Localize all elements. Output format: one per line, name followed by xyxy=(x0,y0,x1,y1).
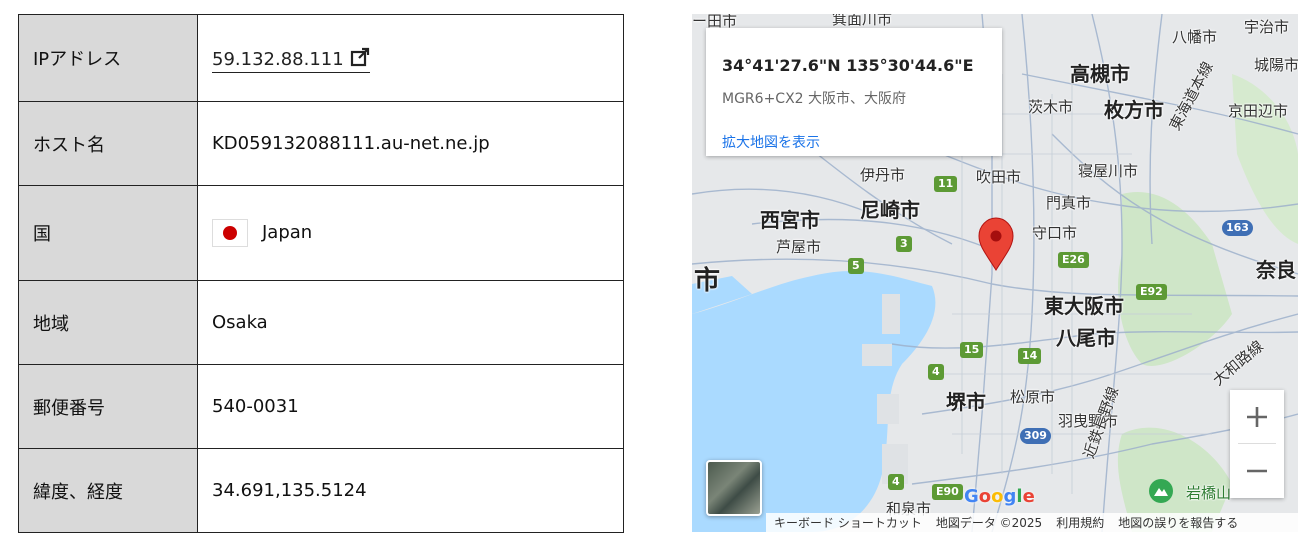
map-label: 松原市 xyxy=(1010,388,1056,406)
plus-icon xyxy=(1247,407,1267,427)
japan-flag-icon xyxy=(212,219,248,247)
satellite-layer-toggle[interactable] xyxy=(706,460,762,516)
view-larger-map-link[interactable]: 拡大地図を表示 xyxy=(722,132,820,152)
map-label: 堺市 xyxy=(946,390,986,414)
map-data-label: 地図データ ©2025 xyxy=(935,516,1043,530)
map-label: 東大阪市 xyxy=(1044,294,1124,318)
terms-link[interactable]: 利用規約 xyxy=(1056,514,1104,531)
map-label: 西宮市 xyxy=(760,208,820,232)
map-label: 城陽市 xyxy=(1254,56,1298,74)
zoom-in-button[interactable] xyxy=(1230,390,1284,444)
label-postal-code: 郵便番号 xyxy=(18,364,198,449)
country-value: Japan xyxy=(262,222,313,243)
map-label: 吹田市 xyxy=(976,168,1022,186)
label-region: 地域 xyxy=(18,280,198,365)
map-label: 芦屋市 xyxy=(776,238,822,256)
road-shield-icon: E26 xyxy=(1058,252,1089,268)
road-shield-icon: 15 xyxy=(960,342,984,358)
road-shield-icon: 11 xyxy=(934,176,958,192)
map-label: 守口市 xyxy=(1032,224,1078,242)
zoom-out-button[interactable] xyxy=(1230,444,1284,498)
map-label: 京田辺市 xyxy=(1228,102,1289,120)
zoom-control xyxy=(1230,390,1284,498)
map-label: 伊丹市 xyxy=(860,166,906,184)
map-label: 高槻市 xyxy=(1070,62,1130,86)
map-label: 寝屋川市 xyxy=(1078,162,1139,180)
road-shield-icon: 14 xyxy=(1018,348,1042,364)
ip-info-table: IPアドレス 59.132.88.111 ホスト名 KD059132088111… xyxy=(18,14,624,533)
google-logo: Google xyxy=(964,486,1035,507)
map-label: 茨木市 xyxy=(1028,98,1074,116)
table-row: 郵便番号 540-0031 xyxy=(18,364,624,449)
table-row: 国 Japan xyxy=(18,185,624,281)
report-error-link[interactable]: 地図の誤りを報告する xyxy=(1118,514,1238,531)
map-label: 岩橋山 xyxy=(1186,484,1232,502)
mountain-icon xyxy=(1149,479,1173,503)
label-hostname: ホスト名 xyxy=(18,101,198,186)
hostname-value: KD059132088111.au-net.ne.jp xyxy=(197,101,624,186)
road-shield-icon: 309 xyxy=(1020,428,1051,444)
map-label: 市 xyxy=(694,266,721,296)
road-shield-icon: E92 xyxy=(1136,284,1167,300)
ip-address-link[interactable]: 59.132.88.111 xyxy=(212,47,370,73)
minus-icon xyxy=(1247,469,1267,473)
map-embed[interactable]: ー田市 箕面川市 宇治市 八幡市 城陽市 高槻市 茨木市 枚方市 京田辺市 東海… xyxy=(692,14,1298,532)
label-lat-lng: 緯度、経度 xyxy=(18,448,198,533)
map-label: 門真市 xyxy=(1046,194,1092,212)
table-row: 緯度、経度 34.691,135.5124 xyxy=(18,448,624,533)
external-link-icon xyxy=(350,47,369,66)
map-label: 尼崎市 xyxy=(860,198,920,222)
coordinates-title: 34°41'27.6"N 135°30'44.6"E xyxy=(722,56,974,75)
road-shield-icon: E90 xyxy=(932,484,963,500)
map-label: 枚方市 xyxy=(1104,98,1164,122)
table-row: 地域 Osaka xyxy=(18,280,624,365)
table-row: ホスト名 KD059132088111.au-net.ne.jp xyxy=(18,101,624,186)
road-shield-icon: 4 xyxy=(928,364,944,380)
map-attribution-bar: キーボード ショートカット 地図データ ©2025 利用規約 地図の誤りを報告す… xyxy=(766,513,1298,532)
map-label: 八尾市 xyxy=(1056,326,1116,350)
postal-code-value: 540-0031 xyxy=(197,364,624,449)
map-label: 宇治市 xyxy=(1244,18,1290,36)
label-ip: IPアドレス xyxy=(18,14,198,102)
road-shield-icon: 163 xyxy=(1222,220,1253,236)
table-row: IPアドレス 59.132.88.111 xyxy=(18,14,624,102)
map-label: 八幡市 xyxy=(1172,28,1218,46)
label-country: 国 xyxy=(18,185,198,281)
region-value: Osaka xyxy=(197,280,624,365)
road-shield-icon: 5 xyxy=(848,258,864,274)
map-label: 奈良 xyxy=(1256,258,1296,282)
road-shield-icon: 3 xyxy=(896,236,912,252)
plus-code: MGR6+CX2 大阪市、大阪府 xyxy=(722,91,907,107)
lat-lng-value: 34.691,135.5124 xyxy=(197,448,624,533)
map-label: 箕面川市 xyxy=(832,14,893,28)
road-shield-icon: 4 xyxy=(888,474,904,490)
ip-address-value: 59.132.88.111 xyxy=(212,48,344,70)
keyboard-shortcuts-link[interactable]: キーボード ショートカット xyxy=(774,514,922,531)
place-info-card: 34°41'27.6"N 135°30'44.6"E MGR6+CX2 大阪市、… xyxy=(706,28,1002,156)
